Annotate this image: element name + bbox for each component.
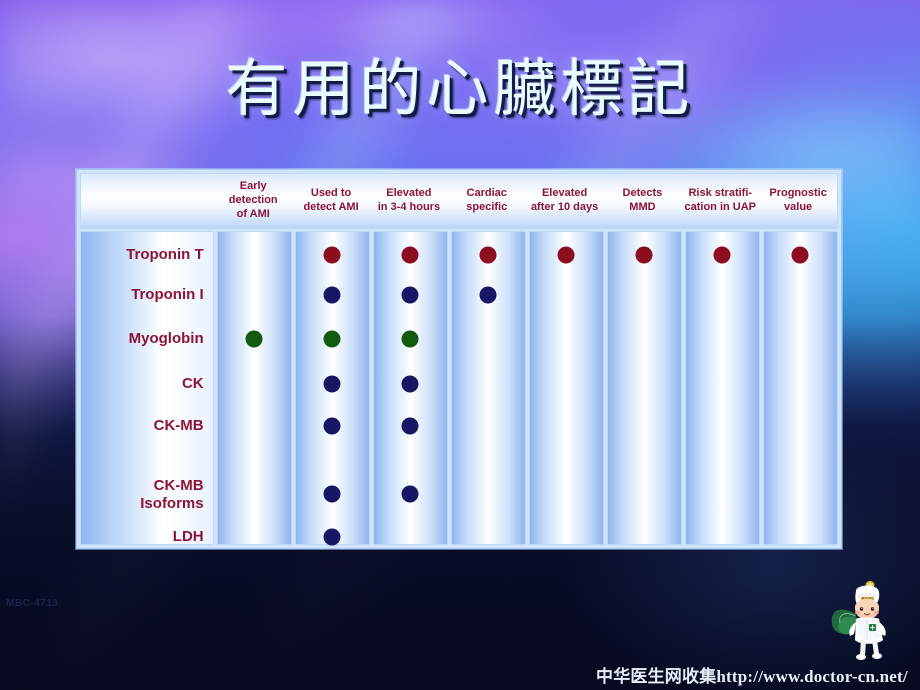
- header-cell-line: Early detection: [228, 180, 278, 207]
- data-column-6: [606, 231, 682, 545]
- marker-dot-navy: [401, 417, 419, 435]
- header-cell-3: Elevated in 3-4 hours: [370, 187, 448, 215]
- row-label-line: CK: [181, 375, 204, 392]
- header-cell-2: Used to detect AMI: [292, 187, 370, 215]
- row-label-line: Isoforms: [140, 494, 204, 512]
- marker-dot-red: [557, 246, 575, 264]
- marker-dot-red: [479, 246, 497, 264]
- header-cell-1: Early detection of AMI: [214, 180, 292, 221]
- row-label-line: Troponin T: [126, 246, 204, 263]
- marker-dot-green: [323, 330, 341, 348]
- header-cell-5: Elevated after 10 days: [526, 187, 604, 215]
- row-label-line: CK-MB: [153, 417, 204, 434]
- table-header-row: Early detection of AMI Used to detect AMI El…: [80, 173, 838, 229]
- data-column-5: [528, 231, 604, 545]
- header-cell-line: detect AMI: [303, 201, 359, 213]
- data-column-1: [216, 231, 292, 545]
- row-label-ck: CK: [182, 375, 204, 393]
- header-cell-line: Used to: [310, 187, 352, 200]
- header-cell-line: in 3-4 hours: [377, 201, 441, 213]
- row-label-line: CK-MB: [153, 477, 204, 494]
- marker-dot-navy: [323, 485, 341, 503]
- header-cell-line: Detects: [622, 187, 663, 200]
- slide-canvas: 有用的心臟標記 Early detection of AMI Used to dete…: [0, 0, 920, 690]
- header-cell-7: Risk stratifi-cation in UAP: [681, 187, 759, 215]
- marker-dot-red: [401, 246, 419, 264]
- data-column-7: [684, 231, 760, 545]
- table-body: Troponin T Troponin I Myoglobin CK CK-MB CK-M…: [80, 231, 838, 546]
- marker-table-inner: Early detection of AMI Used to detect AMI El…: [80, 173, 838, 546]
- marker-dot-red: [713, 246, 731, 264]
- header-cell-line: Elevated: [541, 187, 588, 200]
- header-cell-line: Risk stratifi-: [688, 187, 753, 200]
- row-label-troponin-t: Troponin T: [126, 246, 203, 264]
- marker-dot-green: [401, 330, 419, 348]
- row-label-ldh: LDH: [173, 528, 204, 546]
- marker-dot-navy: [323, 375, 341, 393]
- marker-dot-red: [791, 246, 809, 264]
- header-cell-6: Detects MMD: [604, 187, 682, 215]
- marker-dot-red: [323, 246, 341, 264]
- corner-code-mark: MBC-4713: [6, 598, 59, 609]
- row-label-line: Troponin I: [131, 286, 204, 303]
- site-watermark: 中华医生网收集http://www.doctor-cn.net/: [596, 667, 908, 686]
- header-cell-line: cation in UAP: [684, 201, 757, 213]
- header-cell-line: Cardiac: [466, 187, 507, 200]
- header-cell-line: Elevated: [386, 187, 432, 200]
- marker-dot-navy: [323, 528, 341, 546]
- row-label-column: Troponin T Troponin I Myoglobin CK CK-MB CK-M…: [80, 231, 214, 545]
- row-label-ck-mb-isoforms: CK-MB Isoforms: [140, 477, 203, 512]
- row-label-ck-mb: CK-MB: [154, 417, 204, 435]
- marker-dot-navy: [401, 485, 419, 503]
- data-column-8: [762, 231, 838, 545]
- header-cell-line: of AMI: [236, 207, 270, 220]
- header-cell-line: after 10 days: [530, 201, 599, 213]
- header-cell-line: Prognostic: [769, 187, 827, 200]
- slide-title: 有用的心臟標記: [225, 56, 695, 124]
- row-label-myoglobin: Myoglobin: [129, 330, 204, 348]
- header-cell-4: Cardiac specific: [448, 187, 526, 215]
- row-label-line: Myoglobin: [128, 330, 204, 347]
- marker-dot-navy: [479, 286, 497, 304]
- header-cell-8: Prognostic value: [759, 187, 837, 215]
- data-column-2: [294, 231, 370, 546]
- data-column-4: [450, 231, 526, 545]
- marker-dot-navy: [323, 286, 341, 304]
- row-label-line: LDH: [172, 528, 204, 545]
- marker-dot-green: [245, 330, 263, 348]
- header-cell-line: value: [784, 201, 813, 213]
- marker-table: Early detection of AMI Used to detect AMI El…: [76, 169, 842, 549]
- marker-dot-navy: [401, 286, 419, 304]
- row-label-troponin-i: Troponin I: [131, 286, 204, 304]
- marker-dot-navy: [401, 375, 419, 393]
- header-cell-line: specific: [466, 201, 508, 213]
- marker-dot-navy: [323, 417, 341, 435]
- nurse-fairy-mascot-icon: [831, 581, 886, 660]
- header-cell-line: MMD: [629, 201, 656, 213]
- marker-dot-red: [635, 246, 653, 264]
- data-column-3: [372, 231, 448, 545]
